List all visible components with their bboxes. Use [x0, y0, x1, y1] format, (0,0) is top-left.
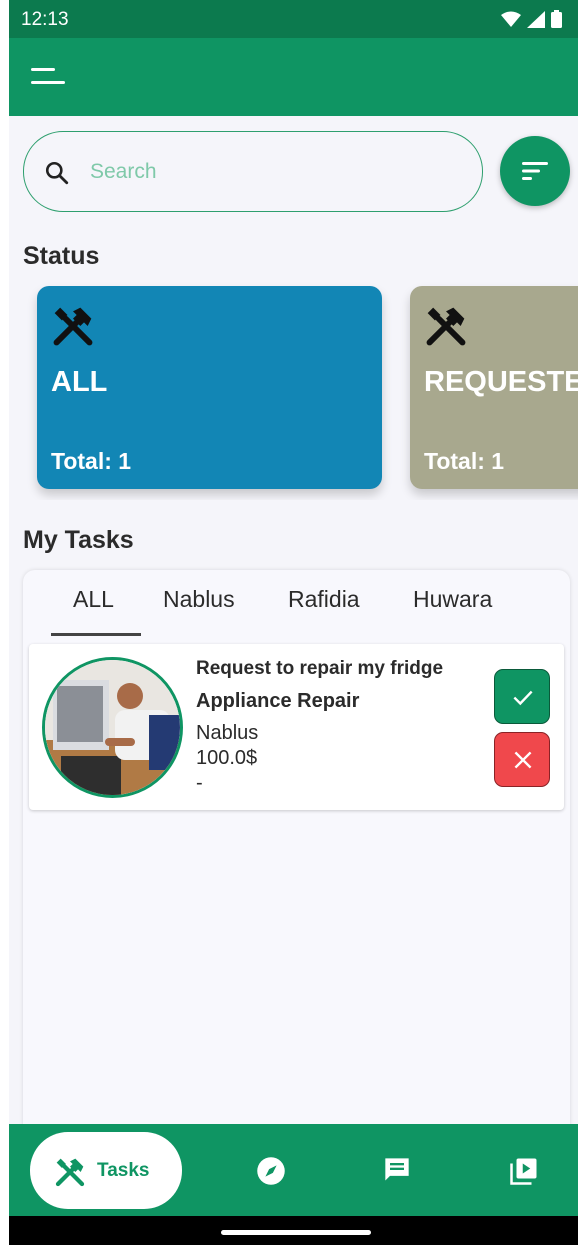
search-bar[interactable] — [23, 131, 483, 212]
filter-button[interactable] — [500, 136, 570, 206]
status-bar: 12:13 — [9, 0, 578, 38]
menu-button[interactable] — [31, 68, 65, 88]
wifi-icon — [501, 11, 521, 27]
home-indicator[interactable] — [221, 1230, 371, 1235]
menu-icon-line — [31, 68, 55, 71]
task-card[interactable]: Request to repair my fridge Appliance Re… — [29, 644, 564, 810]
task-note: - — [196, 772, 203, 794]
tab-nablus[interactable]: Nablus — [163, 586, 235, 613]
signal-icon — [527, 10, 545, 28]
tasks-section-title: My Tasks — [23, 526, 134, 554]
system-icons — [501, 10, 562, 28]
explore-icon[interactable] — [256, 1156, 286, 1186]
search-icon — [45, 161, 69, 185]
status-card-requested[interactable]: REQUESTED Total: 1 — [410, 286, 578, 489]
nav-tasks-label: Tasks — [97, 1160, 150, 1181]
bottom-navigation: Tasks — [9, 1124, 578, 1216]
tasks-panel: ALL Nablus Rafidia Huwara Request to rep… — [23, 570, 570, 1140]
status-card-total: Total: 1 — [51, 448, 132, 474]
battery-icon — [551, 10, 562, 28]
tools-icon — [426, 307, 466, 346]
repair-photo — [45, 660, 180, 795]
accept-button[interactable] — [494, 669, 550, 724]
status-card-all[interactable]: ALL Total: 1 — [37, 286, 382, 489]
status-card-label: ALL — [51, 366, 108, 398]
app-bar — [9, 38, 578, 116]
task-title: Request to repair my fridge — [196, 658, 444, 679]
status-time: 12:13 — [21, 9, 69, 30]
chat-icon[interactable] — [383, 1156, 411, 1184]
video-library-icon[interactable] — [509, 1156, 539, 1186]
status-card-label: REQUESTED — [424, 366, 578, 398]
tab-indicator — [51, 633, 141, 636]
search-input[interactable] — [90, 156, 450, 188]
status-card-total: Total: 1 — [424, 448, 505, 474]
reject-button[interactable] — [494, 732, 550, 787]
tab-all[interactable]: ALL — [73, 586, 114, 613]
task-category: Appliance Repair — [196, 690, 360, 712]
task-price: 100.0$ — [196, 747, 258, 769]
check-icon — [513, 690, 533, 706]
app-screen: 12:13 Status ALL Total: 1 REQUESTED Tota… — [9, 0, 578, 1245]
tab-rafidia[interactable]: Rafidia — [288, 586, 360, 613]
city-tabs: ALL Nablus Rafidia Huwara — [23, 570, 570, 640]
menu-icon-line — [31, 81, 65, 84]
tab-huwara[interactable]: Huwara — [413, 586, 492, 613]
tools-icon — [55, 1158, 85, 1187]
task-image — [42, 657, 183, 798]
gesture-bar — [9, 1216, 578, 1245]
sort-icon — [522, 162, 548, 180]
status-cards-carousel[interactable]: ALL Total: 1 REQUESTED Total: 1 — [9, 280, 578, 500]
tools-icon — [53, 307, 93, 346]
close-icon — [514, 751, 532, 769]
task-city: Nablus — [196, 722, 259, 744]
nav-tasks[interactable]: Tasks — [30, 1132, 182, 1209]
status-section-title: Status — [23, 242, 100, 270]
